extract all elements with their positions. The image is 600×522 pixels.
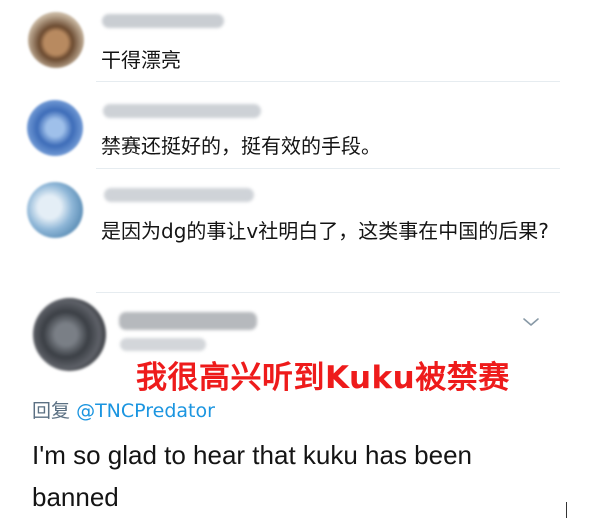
reply-handle-link[interactable]: @TNCPredator (76, 400, 215, 422)
text-cursor (566, 502, 567, 518)
comment-text: 干得漂亮 (101, 48, 181, 72)
avatar[interactable] (33, 298, 106, 371)
tweet-text: I'm so glad to hear that kuku has been b… (32, 440, 473, 512)
divider (96, 81, 560, 82)
avatar[interactable] (28, 12, 84, 68)
username-blurred[interactable] (103, 104, 261, 118)
caption-overlay: 我很高兴听到Kuku被禁赛 (136, 360, 510, 396)
avatar[interactable] (27, 182, 83, 238)
divider (96, 292, 560, 293)
reply-prefix: 回复 (32, 400, 71, 422)
username-blurred[interactable] (102, 14, 224, 28)
chevron-down-icon[interactable] (522, 316, 540, 328)
handle-blurred[interactable] (120, 338, 206, 351)
display-name-blurred[interactable] (119, 312, 257, 330)
reply-line: 回复 @TNCPredator (32, 398, 215, 424)
comment-text: 是因为dg的事让v社明白了，这类事在中国的后果? (101, 219, 549, 243)
avatar[interactable] (27, 100, 83, 156)
comment-text: 禁赛还挺好的，挺有效的手段。 (101, 134, 381, 158)
divider (96, 168, 560, 169)
username-blurred[interactable] (104, 188, 254, 202)
